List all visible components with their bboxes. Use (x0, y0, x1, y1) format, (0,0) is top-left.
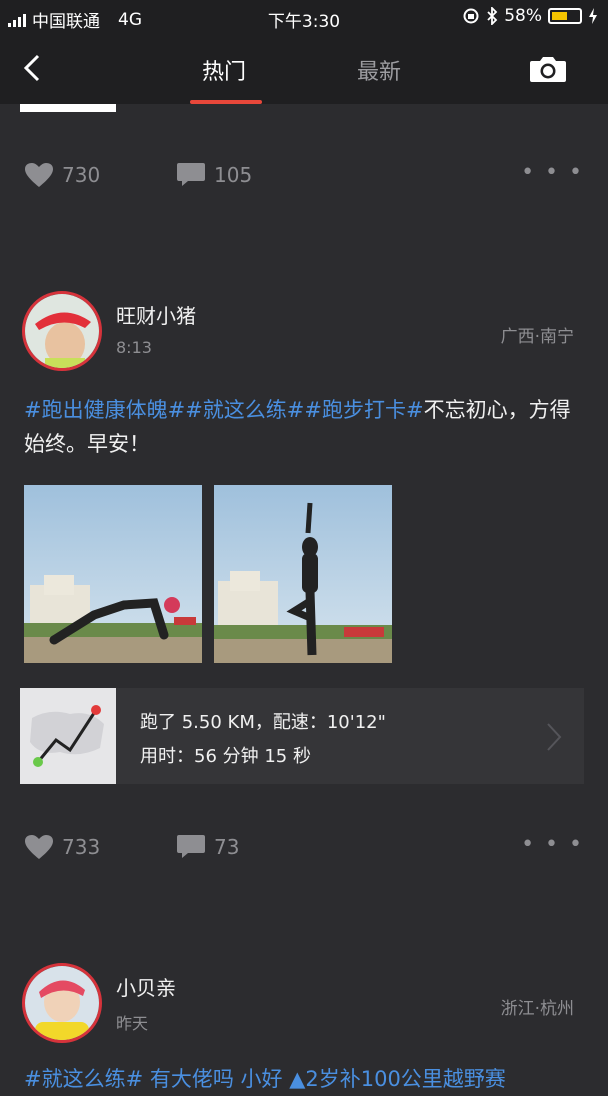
post-text: #就这么练# 有大佬吗 小好 ▲2岁补100公里越野赛 (24, 1067, 506, 1091)
comment-count: 73 (214, 835, 240, 859)
like-button[interactable]: 733 (24, 834, 100, 860)
clock: 下午3:30 (267, 12, 341, 32)
comment-count: 105 (214, 163, 253, 187)
avatar[interactable] (22, 291, 102, 371)
comment-button[interactable]: 73 (176, 834, 239, 860)
username[interactable]: 旺财小猪 (116, 300, 196, 329)
orientation-lock-icon (463, 8, 479, 24)
heart-icon (25, 163, 53, 187)
heart-icon (25, 835, 53, 859)
run-record-card[interactable]: 跑了 5.50 KM，配速：10'12" 用时：56 分钟 15 秒 (20, 688, 584, 784)
chevron-right-icon (547, 723, 562, 751)
like-button[interactable]: 730 (24, 162, 100, 188)
previous-post-image-edge (20, 104, 116, 112)
more-options-icon[interactable]: • • • (521, 832, 584, 857)
more-options-icon[interactable]: • • • (521, 160, 584, 185)
back-icon[interactable] (18, 50, 48, 86)
post-text: #跑出健康体魄##就这么练##跑步打卡#不忘初心，方得始终。早安！ (24, 393, 584, 461)
status-bar: 中国联通 4G 下午3:30 58% (0, 0, 608, 34)
tab-latest[interactable]: 最新 (357, 54, 401, 86)
comment-button[interactable]: 105 (176, 162, 252, 188)
camera-icon[interactable] (528, 54, 568, 84)
post-photo[interactable] (24, 485, 202, 663)
tab-hot[interactable]: 热门 (202, 54, 246, 86)
route-map-thumbnail (20, 688, 116, 784)
like-count: 733 (62, 835, 101, 859)
comment-icon (177, 835, 205, 858)
prev-post-actions: 730 105 • • • (0, 154, 608, 194)
charging-icon (589, 8, 597, 24)
like-count: 730 (62, 163, 101, 187)
active-tab-indicator (190, 100, 262, 104)
post-location: 浙江·杭州 (500, 999, 574, 1019)
hashtag[interactable]: #就这么练# (185, 398, 304, 422)
post-photo[interactable] (214, 485, 392, 663)
run-duration: 用时：56 分钟 15 秒 (140, 746, 311, 767)
avatar[interactable] (22, 963, 102, 1043)
post-time: 8:13 (116, 338, 152, 357)
run-distance-pace: 跑了 5.50 KM，配速：10'12" (140, 712, 386, 733)
bluetooth-icon (487, 7, 498, 25)
battery-percent: 58% (504, 6, 542, 26)
username[interactable]: 小贝亲 (116, 972, 176, 1001)
hashtag[interactable]: #跑步打卡# (304, 398, 423, 422)
post-time: 昨天 (116, 1014, 149, 1033)
hashtag[interactable]: #跑出健康体魄# (24, 398, 185, 422)
comment-icon (177, 163, 205, 186)
top-nav: 热门 最新 (0, 34, 608, 104)
post-location: 广西·南宁 (500, 327, 574, 347)
battery-icon (548, 8, 582, 24)
post-actions: 733 73 • • • (0, 826, 608, 866)
